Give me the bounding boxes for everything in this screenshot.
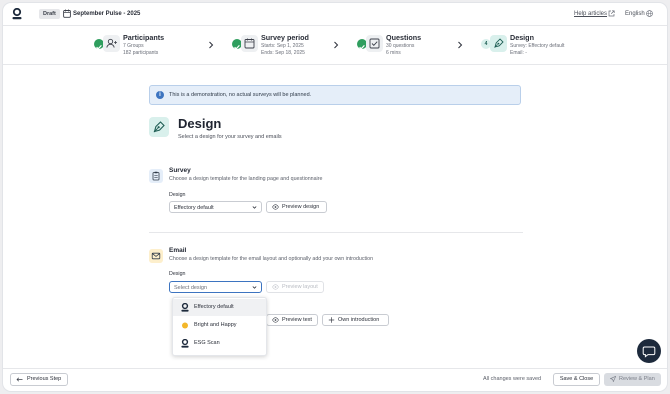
chevron-right-icon — [458, 41, 463, 49]
effectory-logo-icon — [181, 303, 189, 312]
survey-title[interactable]: September Pulse - 2025 — [73, 9, 140, 19]
step-detail: Ends: Sep 18, 2025 — [261, 50, 305, 56]
divider — [3, 64, 667, 65]
previous-step-button[interactable]: Previous Step — [10, 373, 68, 386]
chevron-down-icon — [252, 286, 257, 289]
preview-design-button[interactable]: Preview design — [266, 201, 327, 213]
email-section-title: Email — [169, 247, 187, 254]
step-detail: 6 mins — [386, 50, 401, 56]
survey-design-select[interactable]: Effectory default — [169, 201, 262, 213]
plus-icon — [328, 317, 335, 323]
email-design-select[interactable]: Select design — [169, 281, 262, 293]
option-label: Effectory default — [194, 304, 234, 310]
page-subtitle: Select a design for your survey and emai… — [178, 134, 282, 140]
chat-support-button[interactable] — [637, 339, 661, 363]
status-badge: Draft — [39, 9, 60, 19]
preview-text-button[interactable]: Preview text — [266, 314, 318, 326]
step-detail: 182 participants — [123, 50, 159, 56]
chevron-right-icon — [334, 41, 339, 49]
step-survey-period[interactable]: Survey period Starts: Sep 1, 2025 Ends: … — [232, 31, 332, 61]
email-design-placeholder: Select design — [174, 285, 208, 291]
email-design-label: Design — [169, 271, 186, 277]
chevron-down-icon — [252, 206, 257, 209]
add-person-icon — [103, 35, 120, 52]
step-detail: 30 questions — [386, 43, 415, 49]
notice-text: This is a demonstration, no actual surve… — [169, 92, 312, 98]
effectory-logo-icon[interactable] — [12, 8, 22, 20]
survey-design-value: Effectory default — [174, 205, 214, 211]
dropdown-option[interactable]: Bright and Happy — [173, 317, 266, 334]
external-link-icon — [608, 10, 615, 17]
chat-icon — [642, 346, 656, 358]
bottom-bar: Previous Step All changes were saved Sav… — [3, 369, 667, 391]
app-window: Draft September Pulse - 2025 Help articl… — [3, 3, 667, 391]
pen-tool-icon — [149, 117, 169, 137]
email-section-description: Choose a design template for the email l… — [169, 256, 374, 262]
preview-layout-label: Preview layout — [282, 284, 318, 290]
page-title: Design — [178, 116, 222, 131]
option-label: ESG Scan — [194, 340, 220, 346]
eye-icon — [272, 317, 279, 323]
option-label: Bright and Happy — [194, 322, 237, 328]
globe-icon — [646, 10, 653, 17]
step-detail: Email: - — [510, 50, 527, 56]
top-bar: Draft September Pulse - 2025 Help articl… — [3, 3, 667, 25]
calendar-icon — [241, 35, 258, 52]
own-introduction-button[interactable]: Own introduction — [322, 314, 389, 326]
send-icon — [610, 376, 616, 382]
divider — [3, 25, 667, 26]
checklist-icon — [366, 35, 383, 52]
step-detail: Survey: Effectory default — [510, 43, 565, 49]
previous-step-label: Previous Step — [27, 376, 62, 382]
preview-text-label: Preview text — [282, 317, 312, 323]
sun-icon — [182, 322, 188, 329]
clipboard-icon — [149, 169, 163, 183]
own-introduction-label: Own introduction — [338, 317, 380, 323]
preview-design-label: Preview design — [282, 204, 320, 210]
save-close-button[interactable]: Save & Close — [553, 373, 600, 386]
section-divider — [149, 232, 523, 233]
step-title: Questions — [386, 33, 422, 42]
step-detail: Starts: Sep 1, 2025 — [261, 43, 304, 49]
eye-icon — [272, 284, 279, 290]
review-plan-button[interactable]: Review & Plan — [604, 373, 661, 386]
language-selector[interactable]: English — [625, 9, 645, 19]
demo-notice: i This is a demonstration, no actual sur… — [149, 85, 521, 105]
pen-tool-icon — [490, 35, 507, 52]
save-status: All changes were saved — [483, 376, 542, 382]
review-plan-label: Review & Plan — [619, 376, 655, 382]
step-detail: 7 Groups — [123, 43, 144, 49]
step-title: Survey period — [261, 33, 309, 42]
arrow-left-icon — [16, 377, 23, 382]
dropdown-option[interactable]: Effectory default — [173, 299, 266, 316]
email-design-dropdown: Effectory default Bright and Happy ESG S… — [172, 297, 267, 356]
step-title: Design — [510, 33, 534, 42]
step-title: Participants — [123, 33, 165, 42]
step-participants[interactable]: Participants 7 Groups 182 participants — [94, 31, 194, 61]
dropdown-option[interactable]: ESG Scan — [173, 335, 266, 352]
help-articles-link[interactable]: Help articles — [574, 9, 607, 19]
survey-section-title: Survey — [169, 167, 191, 174]
step-questions[interactable]: Questions 30 questions 6 mins — [357, 31, 457, 61]
survey-design-label: Design — [169, 192, 186, 198]
preview-layout-button[interactable]: Preview layout — [266, 281, 324, 293]
step-design[interactable]: 4 Design Survey: Effectory default Email… — [481, 31, 591, 61]
survey-section-description: Choose a design template for the landing… — [169, 176, 323, 182]
info-icon: i — [156, 91, 164, 99]
chevron-right-icon — [209, 41, 214, 49]
eye-icon — [272, 204, 279, 210]
calendar-icon — [63, 9, 71, 18]
envelope-icon — [149, 249, 163, 263]
effectory-logo-icon — [181, 339, 189, 348]
